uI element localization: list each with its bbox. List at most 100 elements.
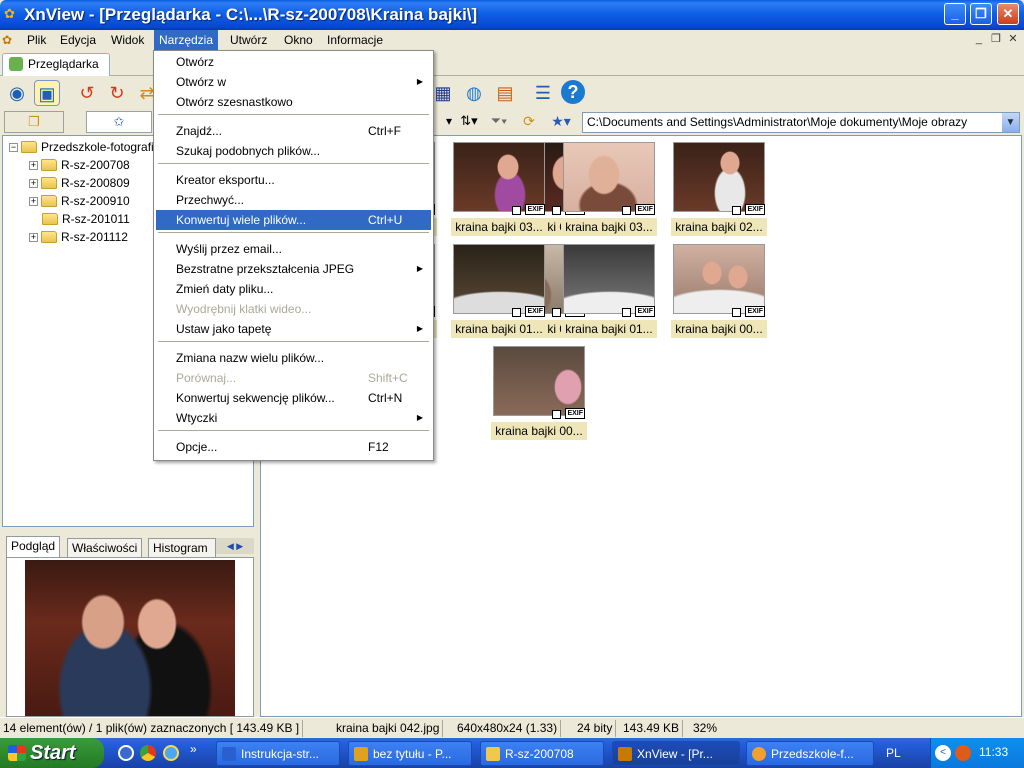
chevron-right-icon[interactable]: » — [190, 742, 206, 758]
menu-option[interactable]: Znajdź... Ctrl+F — [156, 121, 431, 141]
menu-option: Wyodrębnij klatki wideo... — [156, 299, 431, 319]
rotate-right-icon[interactable]: ↻ — [104, 80, 130, 106]
thumbnail-item[interactable]: EXIF kraina bajki 00... — [671, 244, 767, 342]
menu-option-label: Otwórz — [176, 55, 215, 69]
task-instrukcja[interactable]: Instrukcja-str... — [216, 741, 340, 766]
menu-shortcut: F12 — [368, 440, 389, 454]
expand-icon[interactable]: + — [29, 179, 38, 188]
mdi-close-button[interactable]: ✕ — [1006, 32, 1020, 45]
ie-icon[interactable] — [163, 745, 179, 761]
menu-option[interactable]: Kreator eksportu... — [156, 170, 431, 190]
tree-item-label: R-sz-201112 — [61, 230, 128, 244]
bookmark-icon[interactable]: ★▾ — [548, 109, 574, 133]
tab-wlasciwosci[interactable]: Właściwości — [67, 538, 143, 558]
address-field[interactable]: C:\Documents and Settings\Administrator\… — [582, 112, 1020, 133]
sort-icon[interactable]: ⇅▾ — [456, 109, 482, 133]
status-filename: kraina bajki 042.jpg — [333, 720, 444, 737]
menu-narzedzia[interactable]: Narzędzia — [154, 30, 219, 50]
menu-widok[interactable]: Widok — [106, 30, 149, 50]
list-view-icon[interactable]: ☰ — [530, 80, 556, 106]
tree-item[interactable]: R-sz-201011 — [42, 210, 130, 228]
menu-option[interactable]: Otwórz w ▶ — [156, 72, 431, 92]
menu-option[interactable]: Konwertuj sekwencję plików... Ctrl+N — [156, 388, 431, 408]
menu-utworz[interactable]: Utwórz — [225, 30, 272, 50]
thumbnail-item[interactable]: EXIF kraina bajki 02... — [671, 142, 767, 240]
tab-podglad[interactable]: Podgląd — [6, 536, 61, 558]
tab-histogram[interactable]: Histogram — [148, 538, 216, 558]
tree-item[interactable]: + R-sz-200910 — [29, 192, 130, 210]
tree-item[interactable]: + R-sz-200708 — [29, 156, 130, 174]
folder-icon — [41, 177, 57, 189]
task-folder[interactable]: R-sz-200708 — [480, 741, 604, 766]
tree-root[interactable]: − Przedszkole-fotografie — [9, 138, 160, 156]
preview-toggle-icon[interactable]: ▣ — [34, 80, 60, 106]
thumbnail-item[interactable]: EXIF kraina bajki 03... — [561, 142, 657, 240]
status-selection: 14 element(ów) / 1 plik(ów) zaznaczonych… — [0, 720, 304, 737]
desktop-icon[interactable] — [118, 745, 134, 761]
tree-item-label: R-sz-200910 — [61, 194, 130, 208]
chrome-icon[interactable] — [140, 745, 156, 761]
menu-option[interactable]: Zmiana nazw wielu plików... — [156, 348, 431, 368]
start-button[interactable]: Start — [0, 738, 104, 768]
maximize-button[interactable]: ❐ — [970, 3, 992, 25]
menu-okno[interactable]: Okno — [279, 30, 318, 50]
task-xnview[interactable]: XnView - [Pr... — [612, 741, 740, 766]
menu-separator — [158, 163, 429, 164]
minimize-button[interactable]: _ — [944, 3, 966, 25]
menu-option[interactable]: Przechwyć... — [156, 190, 431, 210]
task-paint[interactable]: bez tytułu - P... — [348, 741, 472, 766]
document-icon[interactable]: ✿ — [2, 30, 22, 50]
mdi-minimize-button[interactable]: _ — [972, 33, 986, 45]
menu-option[interactable]: Otwórz szesnastkowo — [156, 92, 431, 112]
panel-splitter[interactable] — [0, 527, 256, 535]
expand-icon[interactable]: + — [29, 161, 38, 170]
menu-option[interactable]: Wtyczki ▶ — [156, 408, 431, 428]
file-type-icon — [552, 410, 561, 419]
menu-option[interactable]: Szukaj podobnych plików... — [156, 141, 431, 161]
preview-image — [25, 560, 235, 716]
tab-przegladarka-label: Przeglądarka — [28, 57, 99, 71]
thumbnail-item[interactable]: EXIF kraina bajki 03... — [451, 142, 547, 240]
tree-item[interactable]: + R-sz-201112 — [29, 228, 128, 246]
palette-icon[interactable]: ▤ — [492, 80, 518, 106]
file-type-icon — [732, 308, 741, 317]
folders-tab-icon[interactable]: ❐ — [4, 111, 64, 133]
globe-icon[interactable]: ◍ — [461, 80, 487, 106]
expand-icon[interactable]: + — [29, 233, 38, 242]
tray-app-icon[interactable] — [955, 745, 971, 761]
filter-icon[interactable]: ⏷▾ — [486, 109, 512, 133]
tab-scroll-arrows-icon[interactable]: ◀ ▶ — [216, 538, 254, 554]
menu-edycja[interactable]: Edycja — [55, 30, 101, 50]
expand-icon[interactable]: + — [29, 197, 38, 206]
mdi-restore-button[interactable]: ❐ — [989, 32, 1003, 45]
menu-option[interactable]: Ustaw jako tapetę ▶ — [156, 319, 431, 339]
thumbnail-item[interactable]: EXIF kraina bajki 01... — [451, 244, 547, 342]
refresh-folder-icon[interactable]: ⟳ — [516, 109, 542, 133]
tray-expand-icon[interactable]: < — [935, 745, 951, 761]
rotate-left-icon[interactable]: ↺ — [74, 80, 100, 106]
menu-option[interactable]: Zmień daty pliku... — [156, 279, 431, 299]
language-indicator[interactable]: PL — [886, 738, 901, 768]
help-icon[interactable]: ? — [561, 80, 585, 104]
taskbar: Start » Instrukcja-str... bez tytułu - P… — [0, 738, 1024, 768]
menu-option[interactable]: Wyślij przez email... — [156, 239, 431, 259]
tab-przegladarka[interactable]: Przeglądarka — [2, 53, 110, 76]
close-button[interactable]: ✕ — [997, 3, 1019, 25]
xnview-app-icon[interactable]: ✿ — [4, 7, 20, 21]
menu-option[interactable]: Opcje... F12 — [156, 437, 431, 457]
clock[interactable]: 11:33 — [979, 745, 1008, 759]
menu-informacje[interactable]: Informacje — [322, 30, 388, 50]
tree-item[interactable]: + R-sz-200809 — [29, 174, 130, 192]
thumbnail-item[interactable]: EXIF kraina bajki 00... — [491, 346, 587, 444]
menu-option[interactable]: Otwórz — [156, 52, 431, 72]
collapse-icon[interactable]: − — [9, 143, 18, 152]
chevron-down-icon[interactable]: ▼ — [1002, 113, 1019, 132]
menu-option[interactable]: Konwertuj wiele plików... Ctrl+U — [156, 210, 431, 230]
eye-icon[interactable]: ◉ — [4, 80, 30, 106]
thumbnail-item[interactable]: EXIF kraina bajki 01... — [561, 244, 657, 342]
task-przedszkole[interactable]: Przedszkole-f... — [746, 741, 874, 766]
menu-plik[interactable]: Plik — [22, 30, 51, 50]
favorites-tab-icon[interactable]: ✩ — [86, 111, 152, 133]
menu-option[interactable]: Bezstratne przekształcenia JPEG ▶ — [156, 259, 431, 279]
folder-icon — [21, 141, 37, 153]
